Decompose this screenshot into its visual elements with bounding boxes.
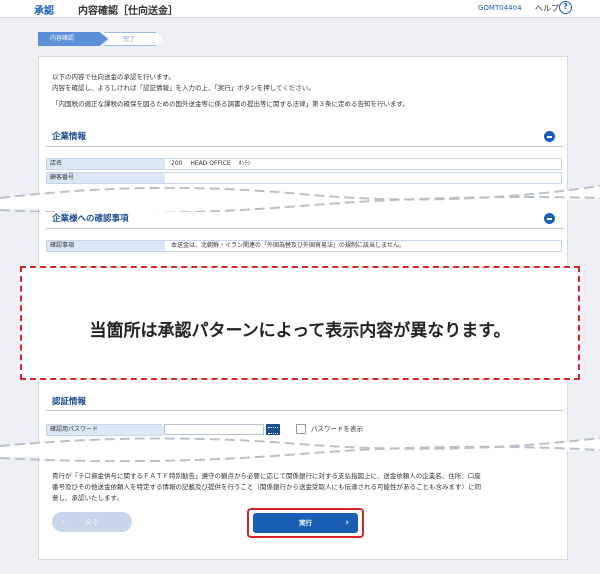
section-divider: [46, 410, 564, 411]
section-label: 承認: [34, 6, 54, 17]
section-divider: [46, 228, 564, 229]
page-title: 内容確認［仕向送金］: [78, 6, 178, 17]
help-link[interactable]: ヘルプ: [535, 3, 559, 14]
collapse-confirm-icon[interactable]: [544, 213, 555, 224]
help-icon[interactable]: ?: [559, 1, 572, 14]
intro-line-2: 内容を確認し、よろしければ「認証情報」を入力の上、「実行」ボタンを押してください…: [52, 84, 315, 92]
intro-line-1: 以下の内容で仕向送金の承認を行います。: [52, 73, 175, 81]
table-row-branch: 店名 200 HEAD OFFICE ﾎﾝﾃﾝ: [46, 158, 562, 170]
section-divider: [46, 146, 564, 147]
execute-button-label: 実行: [299, 519, 312, 527]
company-section-title: 企業情報: [52, 132, 87, 142]
step-complete: 完了: [104, 32, 164, 46]
chevron-right-icon: ›: [345, 518, 349, 528]
execute-highlight: 実行 ›: [247, 508, 364, 538]
consent-line-1: 貴行が「テロ資金供与に関するＦＡＴＦ特別勧告」遵守の観点から必要に応じて関係銀行…: [52, 472, 481, 480]
cut-wave: [0, 185, 600, 212]
header-bar: 承認 内容確認［仕向送金］ GOMT04404 ヘルプ ?: [0, 0, 600, 18]
collapse-company-icon[interactable]: [544, 131, 555, 142]
auth-section-title: 認証情報: [52, 397, 87, 407]
step-confirm: 内容確認: [38, 32, 108, 46]
row-label: 店名: [47, 159, 165, 169]
table-row-confirmation: 確認事項 本送金は、北朝鮮・イラン関連の「外国為替及び外国貿易法」の規制に該当し…: [46, 240, 562, 252]
consent-line-2: 番号及びその他送金依頼人を特定する情報の記載及び提供を行うこと（関係銀行から送金…: [52, 483, 481, 491]
row-label: 確認事項: [47, 241, 165, 251]
execute-button[interactable]: 実行 ›: [253, 513, 358, 533]
chevron-left-icon: ‹: [62, 517, 66, 526]
page-id: GOMT04404: [478, 4, 522, 12]
pattern-notice-text: 当箇所は承認パターンによって表示内容が異なります。: [89, 321, 511, 341]
back-button-label: 戻る: [85, 518, 99, 526]
back-button[interactable]: ‹ 戻る: [52, 512, 132, 532]
pattern-notice-box: 当箇所は承認パターンによって表示内容が異なります。: [20, 266, 580, 380]
intro-line-3: 「内国税の適正な課税の確保を図るための国外送金等に係る調書の提出等に関する法律」…: [52, 100, 409, 108]
cut-wave: [0, 437, 600, 462]
row-value: 本送金は、北朝鮮・イラン関連の「外国為替及び外国貿易法」の規制に該当しません。: [171, 242, 405, 249]
consent-line-3: 意し、承認いたします。: [52, 494, 123, 502]
confirm-section-title: 企業様への確認事項: [52, 214, 129, 224]
row-value: 200 HEAD OFFICE ﾎﾝﾃﾝ: [171, 160, 251, 167]
